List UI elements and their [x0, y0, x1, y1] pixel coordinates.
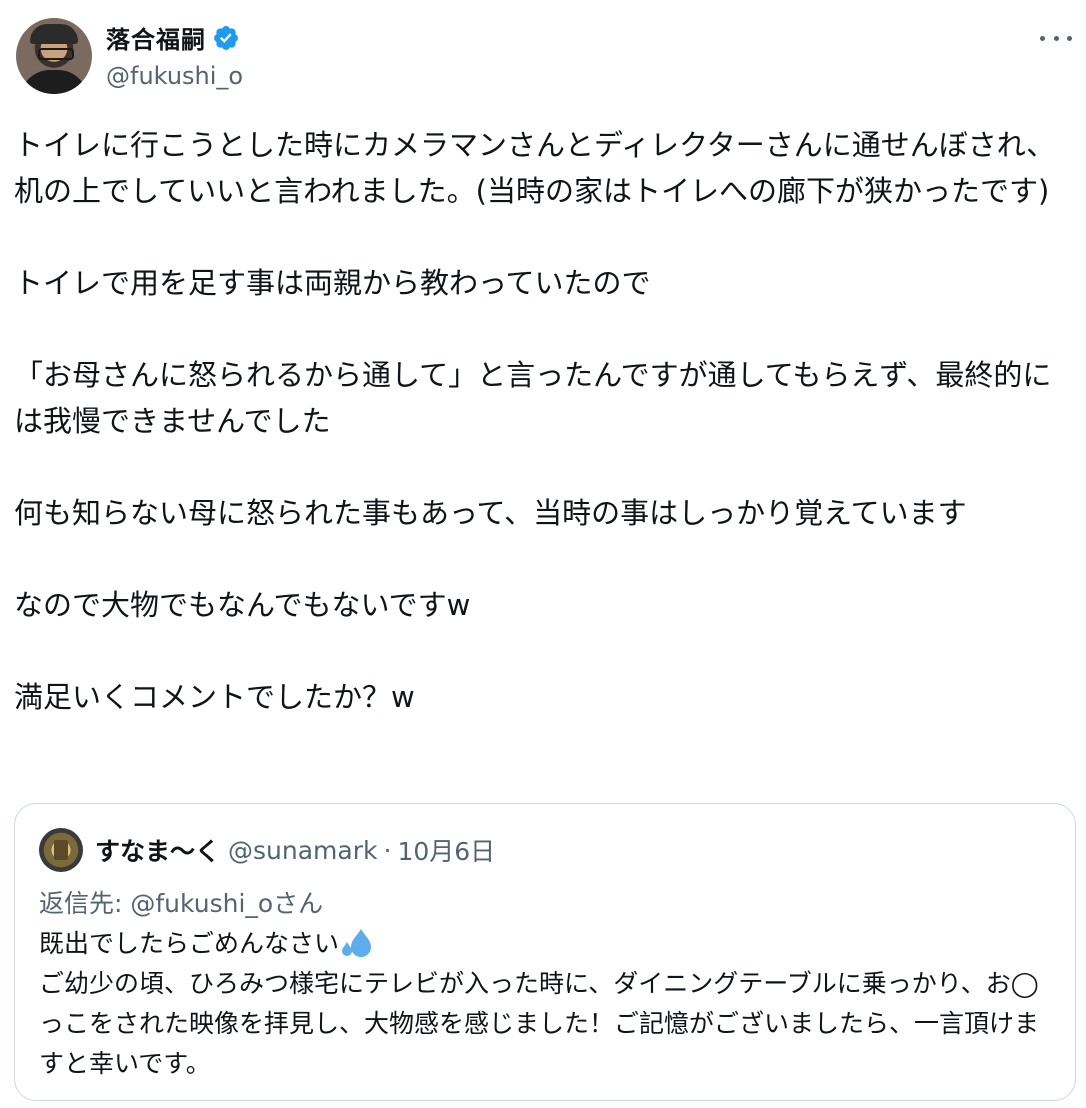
quoted-text-line1: 既出でしたらごめんなさい [39, 929, 340, 958]
quoted-tweet-date: 10月6日 [397, 837, 496, 866]
author-name-row: 落合福嗣 [106, 20, 240, 55]
dot [1040, 35, 1045, 41]
author-avatar[interactable] [16, 18, 92, 94]
separator-dot: · [383, 835, 392, 865]
quoted-tweet-text: 既出でしたらごめんなさい ご幼少の頃、ひろみつ様宅にテレビが入った時に、ダイニン… [39, 924, 1051, 1084]
author-display-name[interactable]: 落合福嗣 [106, 20, 206, 55]
more-options-icon[interactable] [1040, 26, 1072, 50]
tweet-header: 落合福嗣 @fukushi_o [16, 16, 1072, 96]
avatar-glasses [38, 48, 74, 60]
quoted-tweet[interactable]: すなま〜く @sunamark · 10月6日 返信先: @fukushi_oさ… [14, 803, 1076, 1101]
author-handle[interactable]: @fukushi_o [106, 62, 243, 90]
verified-badge-icon [214, 25, 238, 50]
tweet-text: トイレに行こうとした時にカメラマンさんとディレクターさんに通せんぼされ、机の上で… [14, 128, 1056, 714]
dot [1053, 35, 1059, 41]
quoted-author-display-name: すなま〜く [95, 837, 221, 866]
reply-to-label: 返信先: @fukushi_oさん [39, 889, 324, 918]
quoted-tweet-header: すなま〜く @sunamark · 10月6日 [39, 828, 495, 872]
sweat-droplets-icon [342, 929, 372, 957]
dot [1067, 35, 1072, 41]
quoted-author-avatar [39, 828, 83, 872]
avatar-cap [30, 24, 78, 44]
avatar-body [20, 70, 88, 94]
quoted-author-handle: @sunamark [228, 835, 378, 865]
quoted-text-rest: ご幼少の頃、ひろみつ様宅にテレビが入った時に、ダイニングテーブルに乗っかり、お◯… [39, 969, 1040, 1078]
